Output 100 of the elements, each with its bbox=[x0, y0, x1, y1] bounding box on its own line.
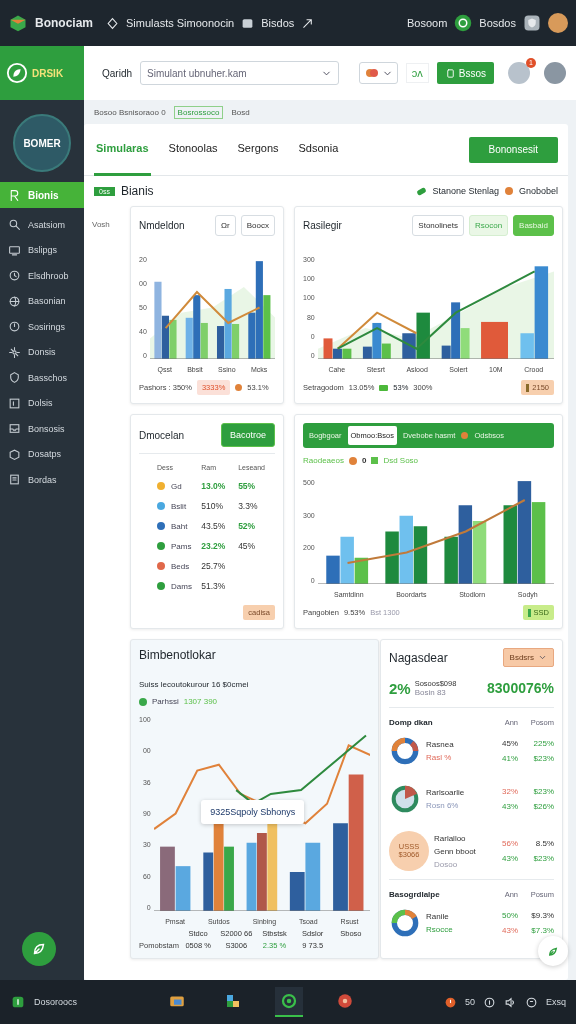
avatar[interactable] bbox=[544, 62, 566, 84]
bar bbox=[385, 531, 399, 584]
change-value: 2% bbox=[389, 679, 411, 697]
avatar[interactable] bbox=[508, 62, 530, 84]
legend-label: 0 bbox=[361, 456, 367, 465]
chart-button[interactable]: Boocx bbox=[240, 215, 275, 236]
card-title: Bimbenotlokar bbox=[139, 648, 217, 662]
table-cell-text: 52% bbox=[238, 521, 257, 531]
action-button[interactable] bbox=[538, 936, 568, 966]
sidebar-item[interactable]: Donsis bbox=[0, 339, 84, 365]
shortcut-button[interactable]: ɔʌ bbox=[405, 63, 429, 83]
clock-icon bbox=[8, 320, 21, 334]
breadcrumb-link[interactable]: Bosd bbox=[231, 107, 250, 117]
card-title: Dmocelan bbox=[139, 429, 185, 441]
monitor-icon bbox=[8, 243, 21, 257]
card-title: Nagasdear bbox=[389, 650, 448, 665]
app-title: Bonociam bbox=[35, 16, 93, 30]
bar bbox=[413, 526, 427, 584]
tray-label: Exsq bbox=[546, 997, 566, 1007]
tab[interactable]: Stonoolas bbox=[166, 123, 220, 176]
logo-text: BOMER bbox=[23, 137, 61, 149]
nav-link[interactable]: Simulasts Simoonocin bbox=[126, 17, 235, 29]
status-dot bbox=[461, 432, 469, 439]
kpi-subcaption: Bosin 83 bbox=[414, 688, 447, 697]
sidebar-item[interactable]: Asatsiom bbox=[0, 212, 84, 238]
group-title: Basogrdlalpe bbox=[389, 890, 441, 899]
table-cell-text: 8.5% bbox=[534, 839, 554, 848]
table-cell-text: 25.7% bbox=[201, 561, 227, 571]
record-icon bbox=[443, 995, 457, 1009]
status-label: Bosdos bbox=[479, 17, 516, 29]
legend-label: Parhssi bbox=[152, 697, 179, 706]
document-icon bbox=[444, 67, 456, 79]
account-label: Bosoom bbox=[406, 17, 448, 29]
legend-label: Stanone Stenlag bbox=[432, 186, 499, 196]
period-dropdown[interactable]: Bsdsrs bbox=[502, 648, 554, 667]
table-cell-text: 43% bbox=[501, 802, 518, 811]
search-field[interactable]: Simulant ubnuher.kam bbox=[140, 61, 339, 85]
breadcrumb-link[interactable]: Bosoo Bsnisoraoo 0 bbox=[94, 107, 166, 117]
table-cell-text: 510% bbox=[201, 501, 224, 511]
donut-chart-icon bbox=[389, 735, 421, 767]
diamond-icon bbox=[106, 16, 119, 30]
row-label: Pams bbox=[171, 541, 192, 551]
bar bbox=[246, 842, 257, 911]
sidebar-item[interactable]: Basschos bbox=[0, 365, 84, 391]
pie-chart-icon bbox=[389, 783, 421, 815]
bar-icon bbox=[527, 608, 531, 617]
language-dropdown[interactable] bbox=[358, 62, 398, 84]
start-label: Dosoroocs bbox=[34, 997, 78, 1007]
table-cell-text: $9.3% bbox=[530, 911, 554, 920]
add-button[interactable] bbox=[22, 932, 56, 966]
sidebar-item[interactable]: Dolsis bbox=[0, 390, 84, 416]
status-icon bbox=[454, 14, 473, 32]
search-label: Qaridh bbox=[102, 67, 132, 79]
tab[interactable]: Sergons bbox=[235, 123, 281, 176]
table-cell-text: $23% bbox=[532, 787, 554, 796]
search-icon bbox=[8, 218, 21, 232]
legend-label: Dsd Soso bbox=[383, 456, 419, 465]
chart-subtitle: Suiss lecoutokurour 16 $0cmei bbox=[139, 679, 250, 689]
table-cell-text: $23% bbox=[532, 754, 554, 763]
table-cell-text: 45% bbox=[501, 739, 518, 748]
sidebar-item[interactable]: Bordas bbox=[0, 467, 84, 493]
sidebar-item[interactable]: Basonian bbox=[0, 288, 84, 314]
shield-icon bbox=[523, 14, 541, 32]
chart-button[interactable]: Stonolinets bbox=[412, 215, 464, 236]
sidebar-item[interactable]: Sosirings bbox=[0, 314, 84, 340]
bar bbox=[342, 348, 352, 359]
tray-count: 50 bbox=[464, 997, 475, 1007]
group-title: Domp dkan bbox=[389, 718, 434, 727]
chevron-down-icon bbox=[538, 653, 547, 662]
sidebar-item[interactable]: Dosatps bbox=[0, 441, 84, 467]
item-detail: Genn bboot bbox=[434, 846, 477, 856]
bar bbox=[399, 515, 413, 584]
nav-link[interactable]: Bisdos bbox=[261, 17, 295, 29]
speaker-icon bbox=[504, 995, 517, 1009]
row-label: Gd bbox=[171, 481, 182, 491]
legend-title: Raodeaeos bbox=[303, 456, 344, 465]
chart-button[interactable]: Ωr bbox=[215, 215, 236, 236]
item-note: Dosoo bbox=[434, 859, 459, 869]
chart-tooltip: 9325Sqpoly Sbhonys bbox=[201, 799, 305, 824]
table-cell-text: 55% bbox=[238, 481, 257, 491]
table-cell-text: 32% bbox=[501, 787, 518, 796]
leaf-icon bbox=[6, 62, 28, 84]
table-cell-text: $26% bbox=[532, 802, 554, 811]
shield-icon bbox=[8, 371, 21, 385]
card-title: Rasilegir bbox=[303, 220, 342, 231]
legend-value: 1307 390 bbox=[183, 697, 218, 706]
sidebar-item[interactable]: Bonsosis bbox=[0, 416, 84, 442]
item-name: Rasnea bbox=[426, 740, 455, 749]
table-cell-text: 56% bbox=[501, 839, 518, 848]
info-icon bbox=[483, 995, 496, 1009]
avatar[interactable] bbox=[548, 13, 568, 33]
item-name: Rarlalloo bbox=[434, 833, 467, 843]
table-cell-text: 225% bbox=[532, 739, 554, 748]
item-detail: Rsocce bbox=[426, 925, 454, 934]
sidebar-item[interactable]: Bslipgs bbox=[0, 237, 84, 263]
legend-marker bbox=[379, 384, 389, 391]
row-label: Bslit bbox=[171, 501, 187, 511]
tab[interactable]: Sdsonia bbox=[296, 123, 341, 176]
table-cell-text: 3.3% bbox=[238, 501, 259, 511]
sidebar-item[interactable]: Elsdhroob bbox=[0, 263, 84, 289]
